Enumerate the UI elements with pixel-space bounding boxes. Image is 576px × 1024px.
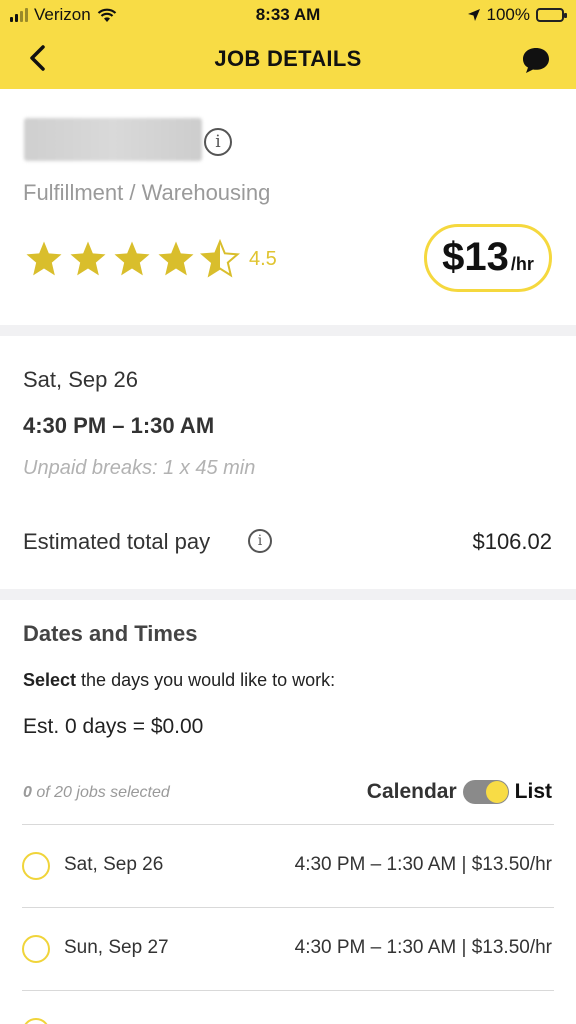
job-category: Fulfillment / Warehousing <box>23 180 271 205</box>
info-icon[interactable]: i <box>204 128 232 156</box>
wage-badge: $13 /hr <box>424 224 552 292</box>
star-icon <box>26 241 62 276</box>
dates-times-card: Dates and Times Select the days you woul… <box>0 600 576 1024</box>
select-instruction: Select the days you would like to work: <box>23 670 335 691</box>
shift-time-range: 4:30 PM – 1:30 AM <box>23 413 215 438</box>
shift-date: Sat, Sep 26 <box>23 367 138 392</box>
selected-count-rest: of 20 jobs selected <box>31 784 170 801</box>
status-bar: Verizon 8:33 AM 100% <box>0 0 576 30</box>
page-title: JOB DETAILS <box>214 46 362 71</box>
battery-percent: 100% <box>486 5 530 24</box>
wage-amount: $13 <box>442 235 509 279</box>
list-item[interactable]: Sat, Sep 26 4:30 PM – 1:30 AM | $13.50/h… <box>0 825 576 907</box>
star-icon <box>158 241 194 276</box>
section-title: Dates and Times <box>23 621 198 646</box>
estimated-pay-label: Estimated total pay <box>23 529 211 554</box>
selected-count-num: 0 <box>23 784 32 801</box>
location-arrow-icon <box>467 9 480 21</box>
status-right: 100% <box>467 5 567 25</box>
estimated-pay-value: $106.02 <box>472 529 552 554</box>
estimated-days: Est. 0 days = $0.00 <box>23 715 204 738</box>
header-bar: Verizon 8:33 AM 100% JOB DETAILS <box>0 0 576 89</box>
select-rest: the days you would like to work: <box>76 670 336 690</box>
row-date: Sun, Sep 27 <box>64 937 169 958</box>
wage-unit: /hr <box>510 254 534 274</box>
chat-bubble-icon[interactable] <box>520 44 552 76</box>
rating-stars <box>24 239 240 279</box>
list-label[interactable]: List <box>515 780 552 804</box>
battery-icon <box>536 8 567 22</box>
radio-button[interactable] <box>22 852 50 880</box>
nav-header: JOB DETAILS <box>0 30 576 89</box>
rating-value: 4.5 <box>249 248 277 270</box>
jobs-selected-count: 0 of 20 jobs selected <box>23 784 170 802</box>
view-switch[interactable] <box>462 780 509 804</box>
radio-button[interactable] <box>22 1018 50 1024</box>
calendar-label[interactable]: Calendar <box>367 780 457 804</box>
star-icon <box>114 241 150 276</box>
list-item[interactable] <box>0 991 576 1024</box>
view-toggle: Calendar List <box>367 780 552 804</box>
unpaid-breaks: Unpaid breaks: 1 x 45 min <box>23 457 256 479</box>
row-details: 4:30 PM – 1:30 AM | $13.50/hr <box>294 937 552 958</box>
radio-button[interactable] <box>22 935 50 963</box>
star-icon <box>70 241 106 276</box>
blurred-company-name <box>24 118 202 161</box>
job-summary-card: i Fulfillment / Warehousing 4.5 $13 /hr <box>0 89 576 325</box>
select-bold: Select <box>23 670 77 690</box>
row-date: Sat, Sep 26 <box>64 854 164 875</box>
info-icon[interactable]: i <box>248 529 272 553</box>
half-star-icon <box>200 239 240 278</box>
list-item[interactable]: Sun, Sep 27 4:30 PM – 1:30 AM | $13.50/h… <box>0 908 576 990</box>
row-details: 4:30 PM – 1:30 AM | $13.50/hr <box>294 854 552 875</box>
shift-details-card: Sat, Sep 26 4:30 PM – 1:30 AM Unpaid bre… <box>0 336 576 589</box>
